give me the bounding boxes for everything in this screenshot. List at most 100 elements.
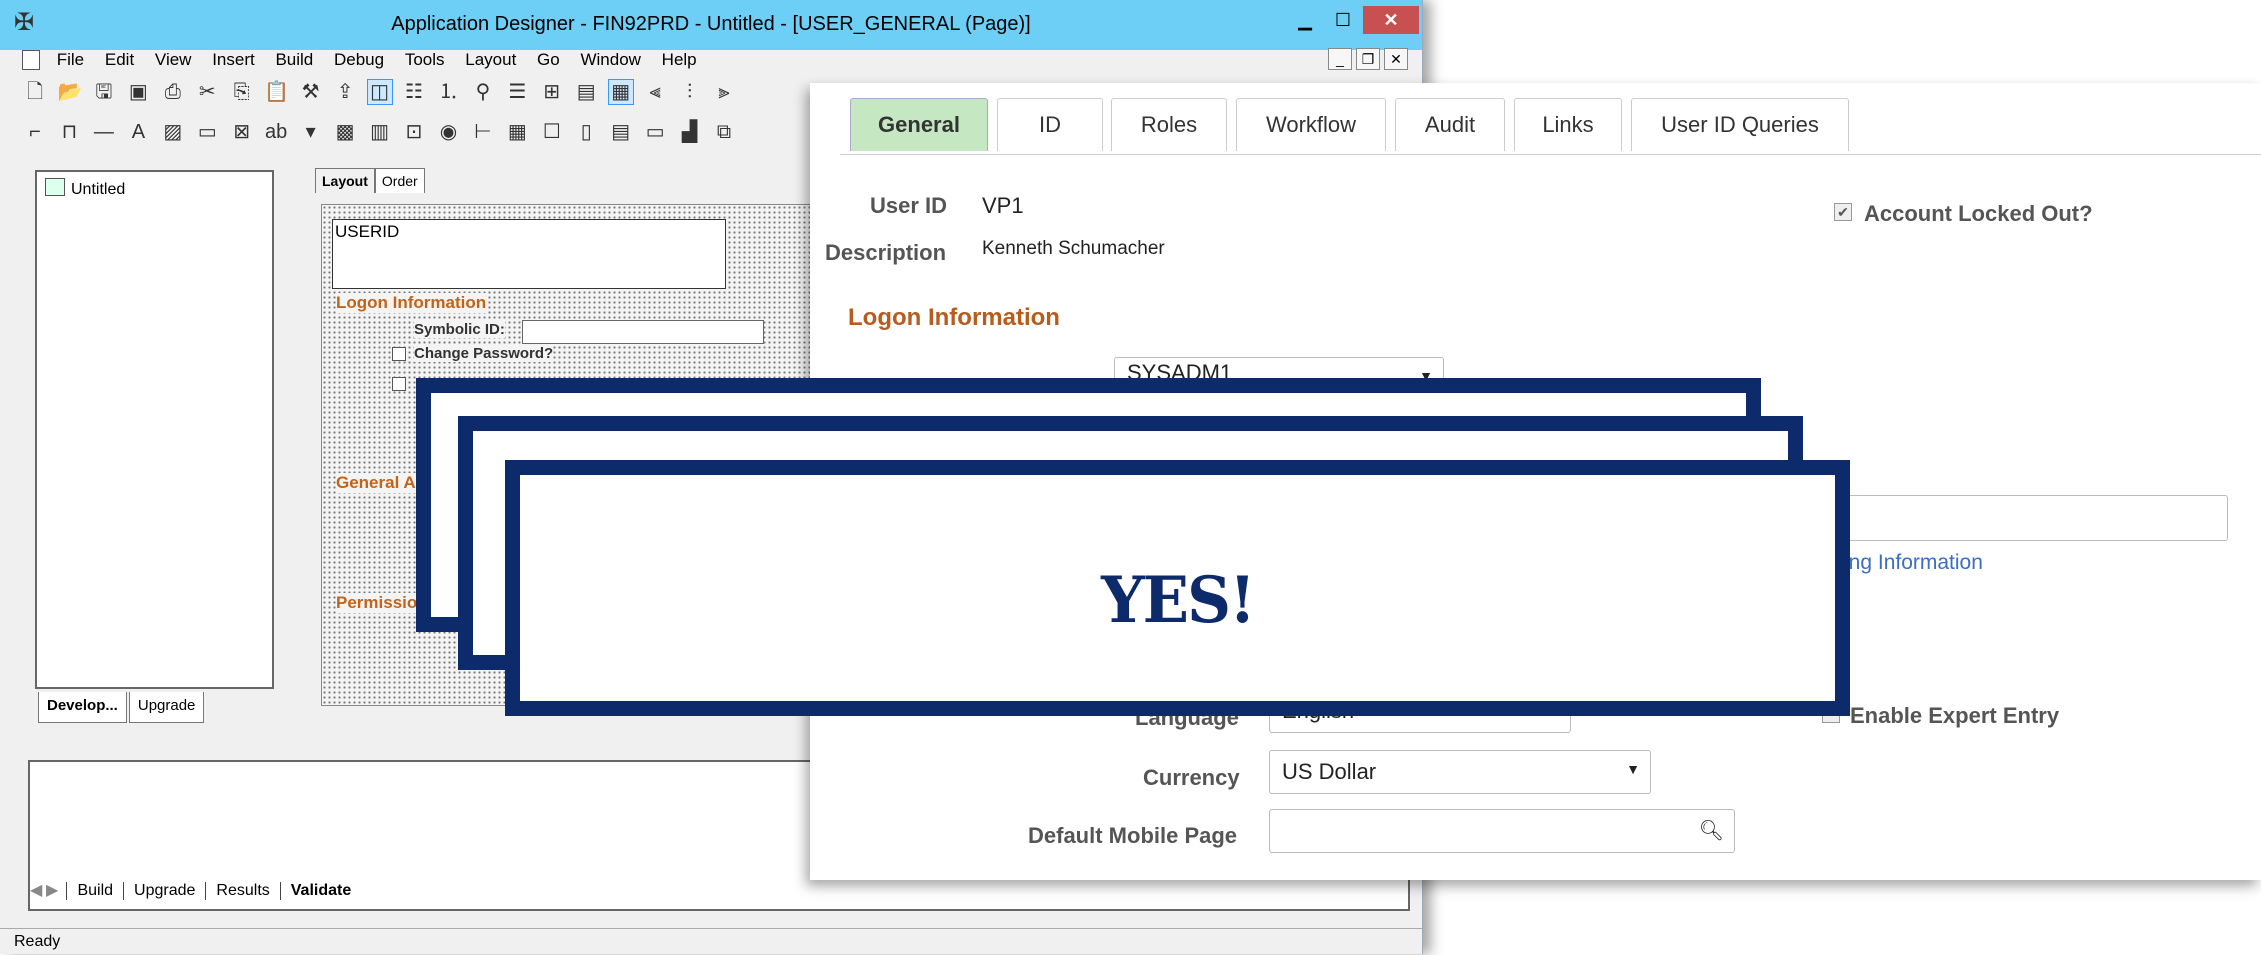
- scroll-left-icon[interactable]: ◀: [30, 880, 46, 900]
- scroll-right-icon[interactable]: ▶: [46, 880, 62, 900]
- tab-links[interactable]: Links: [1514, 98, 1622, 151]
- status-text: Ready: [14, 933, 61, 950]
- mdi-restore-button[interactable]: ❐: [1356, 48, 1380, 70]
- tree-item-untitled[interactable]: Untitled: [45, 178, 125, 199]
- tab-validate[interactable]: Validate: [279, 882, 361, 900]
- document-icon: [22, 50, 40, 70]
- grid-control-icon[interactable]: ▦: [505, 120, 529, 144]
- find-icon[interactable]: ⊞: [540, 80, 564, 104]
- menu-window[interactable]: Window: [572, 48, 648, 72]
- currency-select[interactable]: US Dollar ▼: [1269, 750, 1651, 794]
- menu-file[interactable]: File: [49, 48, 92, 72]
- email-field[interactable]: [1844, 495, 2228, 541]
- menu-view[interactable]: View: [147, 48, 200, 72]
- user-id-value: VP1: [982, 193, 1024, 218]
- menu-go[interactable]: Go: [529, 48, 568, 72]
- image-control-icon[interactable]: ▩: [333, 120, 357, 144]
- change-password-checkbox[interactable]: [392, 347, 406, 361]
- default-mobile-page-field[interactable]: 🔍︎: [1269, 809, 1735, 853]
- save-all-icon[interactable]: ▣: [126, 80, 150, 104]
- mdi-minimize-button[interactable]: _: [1328, 48, 1352, 70]
- edit-box-icon[interactable]: ab: [264, 120, 288, 144]
- group-box-icon[interactable]: ⊓: [57, 120, 81, 144]
- menu-debug[interactable]: Debug: [326, 48, 392, 72]
- menu-tools[interactable]: Tools: [397, 48, 453, 72]
- test-page-icon[interactable]: ⚲: [471, 80, 495, 104]
- menu-build[interactable]: Build: [267, 48, 321, 72]
- horizontal-rule-icon[interactable]: —: [92, 120, 116, 144]
- project-workspace-icon[interactable]: ◫: [366, 79, 393, 105]
- maximize-button[interactable]: ☐: [1323, 6, 1363, 34]
- layout-icon[interactable]: ▤: [574, 80, 598, 104]
- tab-build[interactable]: Build: [66, 882, 123, 900]
- grid-icon[interactable]: ▦: [607, 79, 634, 105]
- tab-id[interactable]: ID: [997, 98, 1103, 151]
- information-link[interactable]: ing Information: [1844, 551, 1983, 575]
- long-edit-icon[interactable]: ▥: [368, 120, 392, 144]
- tab-general[interactable]: General: [850, 98, 988, 151]
- drop-down-icon[interactable]: ▾: [299, 120, 323, 144]
- align-right-icon[interactable]: ⫸: [712, 80, 736, 104]
- yes-banner-text: YES!: [1101, 563, 1256, 638]
- symbolic-id-label: Symbolic ID:: [414, 321, 505, 338]
- tab-user-id-queries[interactable]: User ID Queries: [1631, 98, 1849, 151]
- logon-information-heading: Logon Information: [848, 304, 1060, 331]
- open-icon[interactable]: 📂: [57, 80, 82, 104]
- chevron-down-icon: ▼: [1626, 761, 1640, 777]
- html-area-icon[interactable]: ▤: [609, 120, 633, 144]
- align-center-icon[interactable]: ⫶: [678, 80, 702, 104]
- order-icon[interactable]: ⒈: [436, 80, 460, 104]
- account-locked-checkbox[interactable]: ✔: [1834, 203, 1852, 221]
- scroll-area-icon[interactable]: ☐: [540, 120, 564, 144]
- static-text-icon[interactable]: A: [126, 120, 150, 144]
- tree-icon[interactable]: ⊢: [471, 120, 495, 144]
- menu-insert[interactable]: Insert: [204, 48, 263, 72]
- new-icon[interactable]: 🗋: [23, 80, 47, 104]
- menu-layout[interactable]: Layout: [457, 48, 524, 72]
- minimize-button[interactable]: ▁: [1285, 6, 1325, 34]
- tab-audit[interactable]: Audit: [1395, 98, 1505, 151]
- paste-icon[interactable]: 📋: [264, 80, 289, 104]
- tab-order[interactable]: Order: [374, 168, 425, 193]
- symbolic-id-dropdown[interactable]: [522, 320, 764, 344]
- subpage-icon[interactable]: ⧉: [712, 120, 736, 144]
- title-bar[interactable]: ✠ Application Designer - FIN92PRD - Unti…: [0, 0, 1422, 50]
- static-image-icon[interactable]: ▨: [161, 120, 185, 144]
- save-icon[interactable]: 🖫: [92, 80, 116, 104]
- general-section-label: General A: [336, 473, 416, 493]
- tab-separator-icon[interactable]: ▭: [643, 120, 667, 144]
- cut-icon[interactable]: ✂: [195, 80, 219, 104]
- workspace-tabs: Develop... Upgrade: [38, 692, 206, 723]
- copy-icon[interactable]: ⎘: [230, 80, 254, 104]
- upgrade-icon[interactable]: ⇪: [333, 80, 357, 104]
- radio-button-icon[interactable]: ◉: [436, 120, 460, 144]
- scroll-bar-icon[interactable]: ▯: [574, 120, 598, 144]
- tab-development[interactable]: Develop...: [38, 692, 127, 723]
- ok-button-icon[interactable]: ⊡: [402, 120, 426, 144]
- tab-layout[interactable]: Layout: [315, 168, 375, 193]
- tab-upgrade[interactable]: Upgrade: [128, 692, 205, 723]
- tab-workflow[interactable]: Workflow: [1236, 98, 1386, 151]
- view-definition-icon[interactable]: ☰: [505, 80, 529, 104]
- tab-roles[interactable]: Roles: [1111, 98, 1227, 151]
- push-button-icon[interactable]: ⊠: [230, 120, 254, 144]
- userid-field[interactable]: USERID: [332, 219, 726, 289]
- frame-icon[interactable]: ⌐: [23, 120, 47, 144]
- chart-control-icon[interactable]: ▭: [195, 120, 219, 144]
- menu-help[interactable]: Help: [654, 48, 705, 72]
- build-icon[interactable]: ⚒: [299, 80, 323, 104]
- currency-value: US Dollar: [1282, 759, 1377, 784]
- close-button[interactable]: ✕: [1363, 6, 1419, 34]
- menu-edit[interactable]: Edit: [97, 48, 142, 72]
- page-view-tabs: Layout Order: [315, 168, 425, 193]
- chart-icon[interactable]: ▟: [678, 120, 702, 144]
- tab-results[interactable]: Results: [205, 882, 279, 900]
- mdi-close-button[interactable]: ✕: [1384, 48, 1408, 70]
- properties-icon[interactable]: ☷: [402, 80, 426, 104]
- align-left-icon[interactable]: ⫷: [643, 80, 667, 104]
- status-bar: Ready: [0, 928, 1422, 955]
- design-checkbox[interactable]: [392, 377, 406, 391]
- search-icon[interactable]: 🔍︎: [1699, 818, 1724, 843]
- print-icon[interactable]: ⎙: [161, 80, 185, 104]
- tab-upgrade-output[interactable]: Upgrade: [123, 882, 205, 900]
